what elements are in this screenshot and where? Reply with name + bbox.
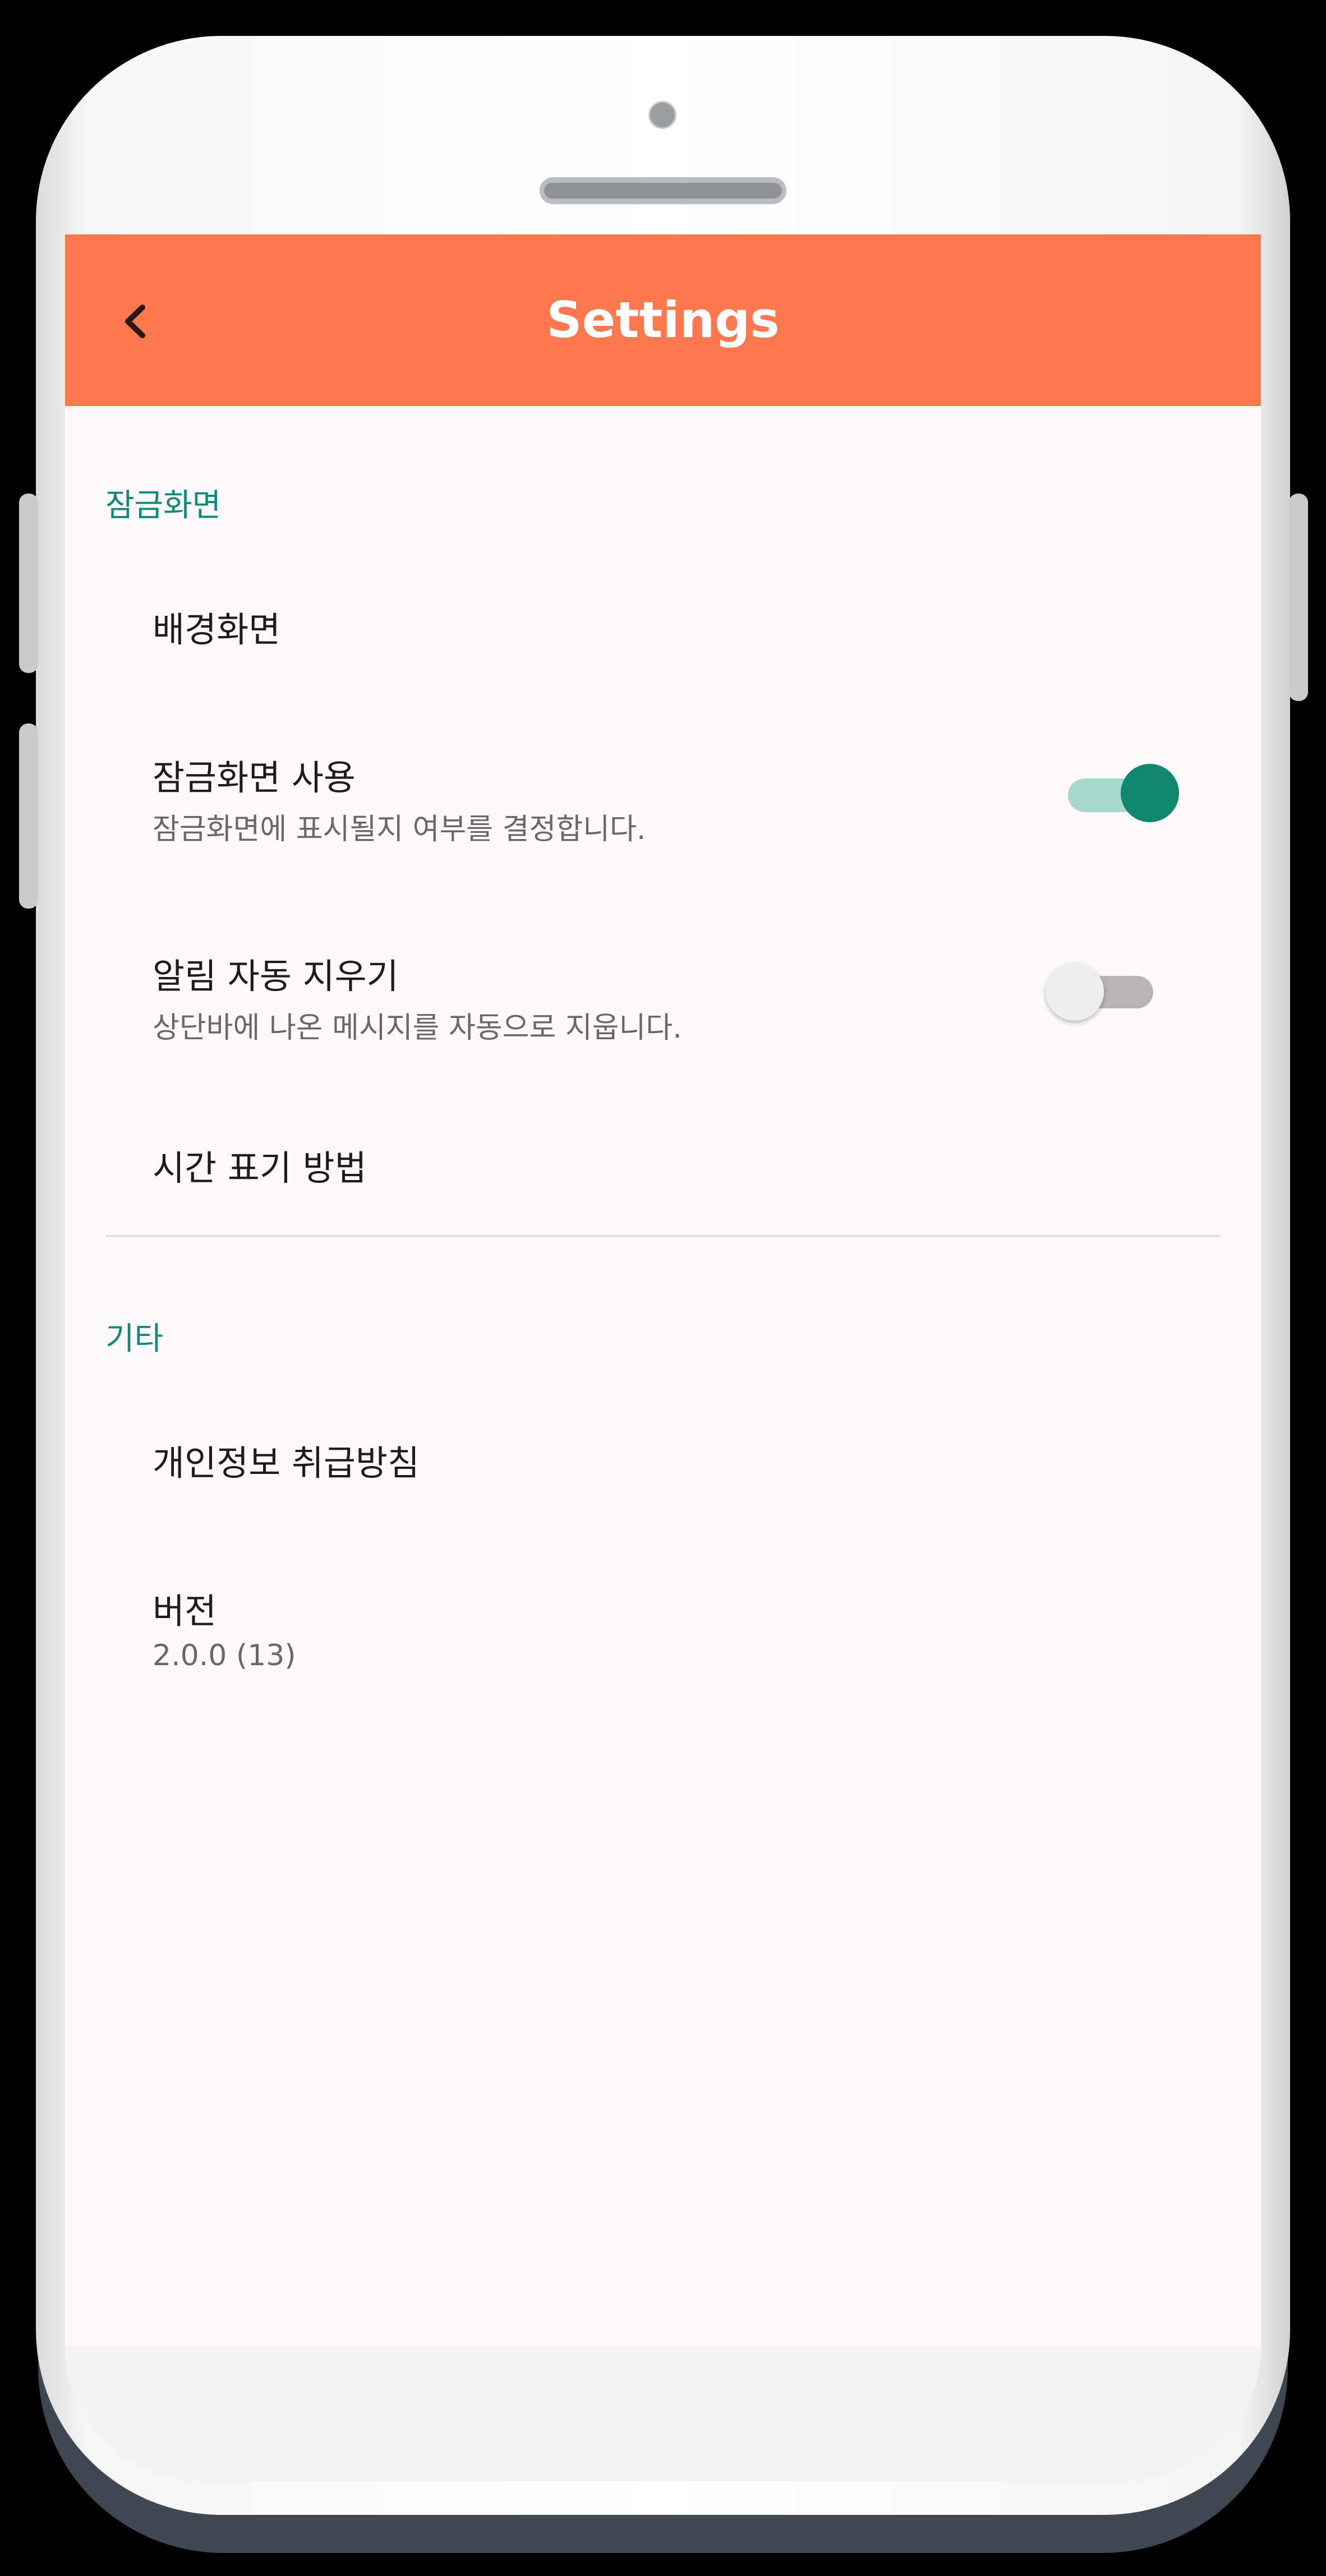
page-title: Settings xyxy=(546,291,780,349)
phone-side-button-left-lower xyxy=(19,724,38,909)
setting-item-title: 버전 xyxy=(153,1591,217,1632)
lock-screen-toggle[interactable] xyxy=(1068,762,1179,823)
setting-item-title: 배경화면 xyxy=(153,609,281,650)
section-header-other: 기타 xyxy=(105,1321,164,1357)
phone-side-button-right xyxy=(1289,494,1308,701)
version-value: 2.0.0 (13) xyxy=(153,1639,296,1672)
section-header-lock-screen: 잠금화면 xyxy=(105,487,222,524)
setting-item-title: 잠금화면 사용 xyxy=(153,757,356,798)
chevron-left-icon[interactable] xyxy=(104,291,166,352)
app-bar: Settings xyxy=(65,234,1261,406)
section-divider xyxy=(105,1235,1221,1237)
phone-side-button-left-upper xyxy=(19,494,38,673)
app-screen: Settings 잠금화면 배경화면 잠금화면 사용 잠금화면에 표시될지 여부… xyxy=(65,234,1261,2347)
setting-item-title: 알림 자동 지우기 xyxy=(153,956,399,997)
setting-item-subtitle: 잠금화면에 표시될지 여부를 결정합니다. xyxy=(153,813,646,846)
setting-item-title: 시간 표기 방법 xyxy=(153,1148,367,1188)
front-camera xyxy=(648,101,676,129)
auto-clear-toggle[interactable] xyxy=(1046,961,1155,1023)
setting-item-title: 개인정보 취급방침 xyxy=(153,1443,420,1483)
phone-bottom-bezel xyxy=(65,2347,1261,2481)
setting-item-subtitle: 상단바에 나온 메시지를 자동으로 지웁니다. xyxy=(153,1011,682,1045)
phone-speaker xyxy=(540,177,786,204)
